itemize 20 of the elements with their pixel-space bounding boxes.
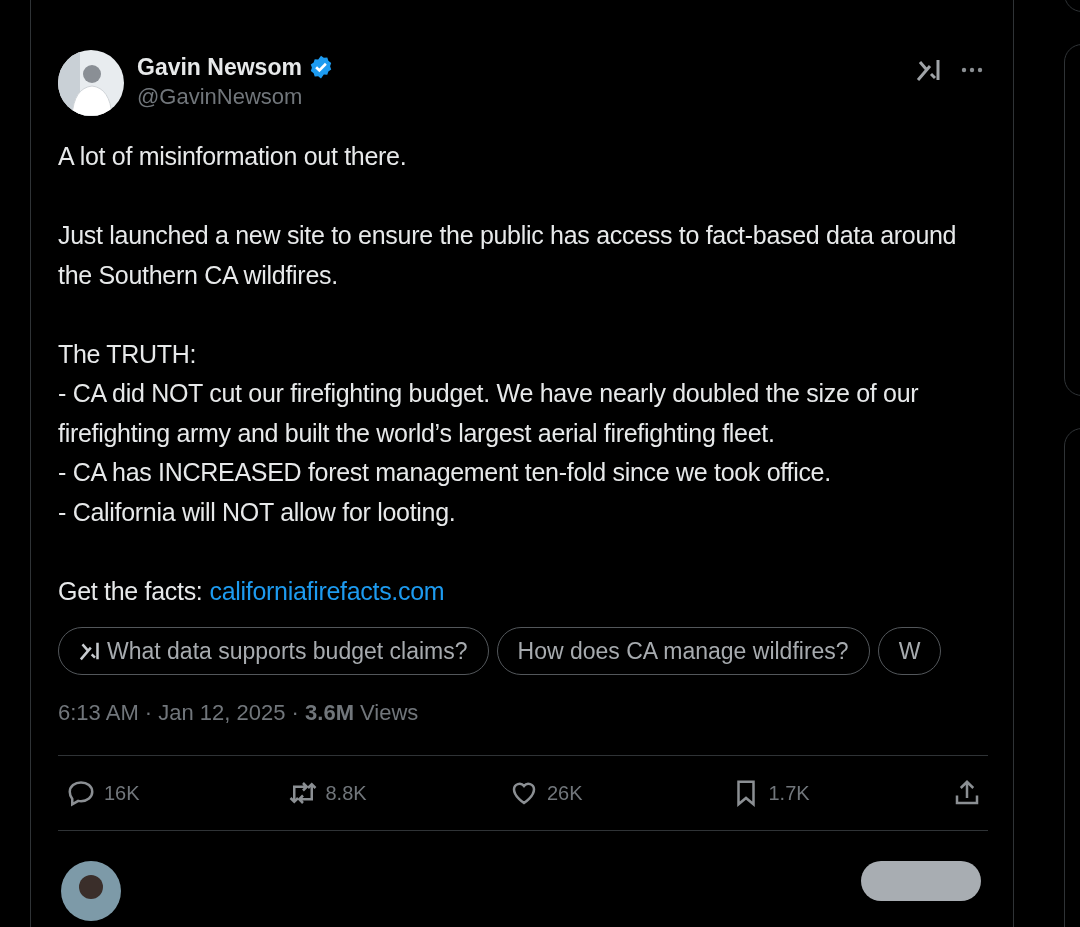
speech-bubble-icon (66, 778, 96, 808)
bookmark-button[interactable]: 1.7K (730, 778, 931, 808)
tweet-text: - CA did NOT cut our firefighting budget. We have nearly doubled the size of our firefighting army and built the world’s largest aerial firefighting fleet. (58, 378, 920, 449)
tweet-text: The TRUTH: (58, 338, 198, 370)
tweet-text: - CA has INCREASED forest management ten-fold since we took office. (58, 457, 832, 488)
post-meta: 6:13 AM · Jan 12, 2025 · 3.6M Views (58, 699, 420, 727)
facts-label: Get the facts: (58, 575, 203, 607)
tweet-text: Just launched a new site to ensure the public has access to fact-based data around the Southern CA wildfires. (58, 220, 958, 291)
reply-button[interactable]: 16K (66, 778, 266, 808)
repost-button[interactable]: 8.8K (287, 778, 488, 808)
author-name[interactable]: Gavin Newsom (137, 53, 302, 81)
tweet-text: A lot of misinformation out there. (58, 141, 408, 172)
like-button[interactable]: 26K (509, 778, 709, 808)
author-handle[interactable]: @GavinNewsom (137, 84, 334, 110)
website-link[interactable]: californiafirefacts.com (209, 571, 445, 611)
tweet-text: - California will NOT allow for looting. (58, 496, 457, 528)
pill-button[interactable] (861, 861, 981, 901)
reply-avatar[interactable] (61, 861, 121, 921)
grok-icon[interactable] (916, 58, 942, 82)
more-icon[interactable] (960, 66, 984, 74)
